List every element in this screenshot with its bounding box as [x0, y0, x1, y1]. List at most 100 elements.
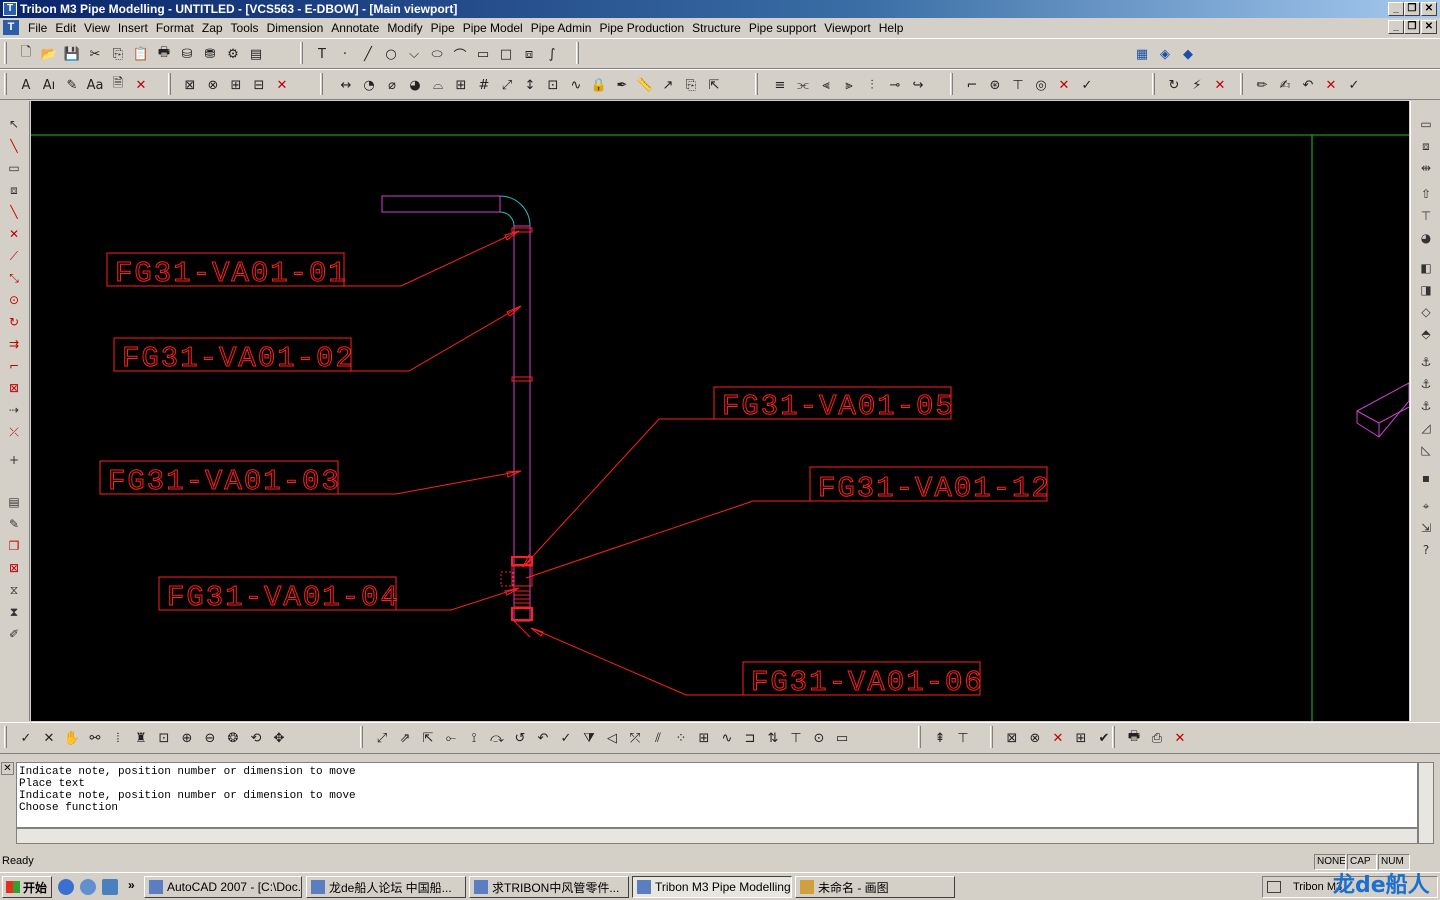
- database-settings-icon[interactable]: ⚙: [223, 44, 243, 64]
- save-icon[interactable]: 💾: [62, 44, 82, 64]
- symbol-cancel-icon[interactable]: ✕: [272, 75, 292, 95]
- edit-note-icon[interactable]: ✍: [1275, 75, 1295, 95]
- close-button[interactable]: ✕: [1421, 2, 1437, 16]
- pipe-branch-icon[interactable]: ⫸: [839, 75, 859, 95]
- add-icon[interactable]: +: [4, 451, 24, 469]
- lamp-icon[interactable]: ♜: [131, 728, 151, 748]
- main-viewport[interactable]: FG31-VA01-01 FG31-VA01-02 FG31-VA01-03 F…: [31, 101, 1409, 721]
- iso-icon[interactable]: ◇: [1416, 303, 1436, 321]
- slope-2-icon[interactable]: ◺: [1416, 441, 1436, 459]
- label-fg31-va01-04[interactable]: FG31-VA01-04: [167, 581, 400, 615]
- shaft-dim-icon[interactable]: ⤢: [497, 75, 517, 95]
- pipe-flange-icon[interactable]: ⊸: [885, 75, 905, 95]
- menu-annotate[interactable]: Annotate: [327, 21, 383, 36]
- height-icon[interactable]: ⇅: [763, 728, 783, 748]
- restore-button[interactable]: ❐: [1404, 2, 1420, 16]
- line-icon[interactable]: ╱: [358, 44, 378, 64]
- plot-preview-icon[interactable]: ⎙: [1147, 728, 1167, 748]
- diameter-dim-icon[interactable]: ⌀: [382, 75, 402, 95]
- rotate-arc-icon[interactable]: ↶: [533, 728, 553, 748]
- join-icon[interactable]: ⊐: [740, 728, 760, 748]
- text-icon[interactable]: A: [16, 75, 36, 95]
- toolbar-grip[interactable]: [1152, 73, 1155, 95]
- lock-icon[interactable]: 🔒: [589, 75, 609, 95]
- regenerate-icon[interactable]: ↻: [1164, 75, 1184, 95]
- menu-file[interactable]: File: [24, 21, 51, 36]
- symbol-icon[interactable]: ⊠: [180, 75, 200, 95]
- toolbar-grip[interactable]: [4, 726, 7, 748]
- center-icon[interactable]: ⊙: [4, 291, 24, 309]
- coordinate-dim-icon[interactable]: ⊞: [451, 75, 471, 95]
- anchor-2-icon[interactable]: ⚓: [1416, 375, 1436, 393]
- section-icon[interactable]: ◧: [1416, 259, 1436, 277]
- menu-zap[interactable]: Zap: [198, 21, 227, 36]
- database-icon[interactable]: ⛁: [177, 44, 197, 64]
- pipe-route-icon[interactable]: ⫘: [793, 75, 813, 95]
- component-accept-icon[interactable]: ✓: [1077, 75, 1097, 95]
- pipe-connect-icon[interactable]: ⫷: [816, 75, 836, 95]
- model-edit-icon[interactable]: ⊗: [1025, 728, 1045, 748]
- ellipse-icon[interactable]: ⬭: [427, 44, 447, 64]
- extend-icon[interactable]: ⇱: [418, 728, 438, 748]
- mirror-icon[interactable]: ⧖: [4, 581, 24, 599]
- polyline-icon[interactable]: ⌵: [404, 44, 424, 64]
- ie-icon[interactable]: [58, 879, 74, 895]
- toolbar-grip[interactable]: [990, 726, 993, 748]
- transform-icon[interactable]: ⤢: [372, 728, 392, 748]
- view-cube-icon[interactable]: ⧈: [1416, 137, 1436, 155]
- menu-help[interactable]: Help: [875, 21, 908, 36]
- endpoint-icon[interactable]: ⤡: [4, 269, 24, 287]
- accept-icon[interactable]: ✓: [16, 728, 36, 748]
- drawing-canvas[interactable]: FG31-VA01-01 FG31-VA01-02 FG31-VA01-03 F…: [31, 101, 1409, 721]
- zoom-in-icon[interactable]: ⊕: [177, 728, 197, 748]
- toolbar-grip[interactable]: [4, 73, 7, 95]
- note-move-icon[interactable]: ⇱: [704, 75, 724, 95]
- menu-pipe-model[interactable]: Pipe Model: [459, 21, 527, 36]
- regen-cancel-icon[interactable]: ✕: [1210, 75, 1230, 95]
- toolbar-grip[interactable]: [950, 73, 953, 95]
- array-icon[interactable]: ⊞: [694, 728, 714, 748]
- elevation-icon[interactable]: ⇧: [1416, 185, 1436, 203]
- anchor-3-icon[interactable]: ⚓: [1416, 397, 1436, 415]
- pipe-check-icon[interactable]: ⫶: [862, 75, 882, 95]
- plane-2-icon[interactable]: ⬘: [1416, 325, 1436, 343]
- break-icon[interactable]: ⤼: [487, 728, 507, 748]
- text-style-icon[interactable]: Aı: [39, 75, 59, 95]
- tee-icon[interactable]: ⊤: [1008, 75, 1028, 95]
- undo-icon[interactable]: ↶: [1298, 75, 1318, 95]
- ruler-icon[interactable]: 📏: [635, 75, 655, 95]
- zoom-window-icon[interactable]: ⊡: [154, 728, 174, 748]
- radius-dim-icon[interactable]: ◔: [359, 75, 379, 95]
- wave-2-icon[interactable]: ∿: [717, 728, 737, 748]
- pipe-align-icon[interactable]: ≡: [770, 75, 790, 95]
- zoom-out-icon[interactable]: ⊖: [200, 728, 220, 748]
- model-cancel-icon[interactable]: ✕: [1048, 728, 1068, 748]
- parallel-icon[interactable]: ⫽: [648, 728, 668, 748]
- circle-icon[interactable]: ○: [381, 44, 401, 64]
- support-icon[interactable]: ⇞: [930, 728, 950, 748]
- arrows-icon[interactable]: ⇹: [1416, 159, 1436, 177]
- cross-icon[interactable]: ✕: [4, 225, 24, 243]
- zoom-previous-icon[interactable]: ⟲: [246, 728, 266, 748]
- document-icon[interactable]: T: [3, 20, 19, 35]
- offset-2-icon[interactable]: ⤱: [625, 728, 645, 748]
- pencil-icon[interactable]: ✏: [1252, 75, 1272, 95]
- task-tribon-question[interactable]: 求TRIBON中风管零件...: [469, 876, 629, 898]
- toolbar-grip[interactable]: [320, 73, 323, 95]
- symbol-copy-icon[interactable]: ⊟: [249, 75, 269, 95]
- leader-icon[interactable]: ↗: [658, 75, 678, 95]
- plane-icon[interactable]: ⊤: [1416, 207, 1436, 225]
- start-button[interactable]: 开始: [2, 876, 52, 898]
- tools-cancel-icon[interactable]: ✕: [1321, 75, 1341, 95]
- new-file-icon[interactable]: 🗋: [16, 44, 36, 64]
- media-icon[interactable]: [80, 879, 96, 895]
- model-select-icon[interactable]: ⊠: [1002, 728, 1022, 748]
- support-2-icon[interactable]: ⊤: [953, 728, 973, 748]
- text-tool-icon[interactable]: T: [312, 44, 332, 64]
- help-icon[interactable]: ?: [1416, 541, 1436, 559]
- rotate-icon[interactable]: ↻: [4, 313, 24, 331]
- tools-accept-icon[interactable]: ✓: [1344, 75, 1364, 95]
- shade-icon[interactable]: ◆: [1178, 44, 1198, 64]
- menu-viewport[interactable]: Viewport: [820, 21, 874, 36]
- copy-icon[interactable]: ⎘: [108, 44, 128, 64]
